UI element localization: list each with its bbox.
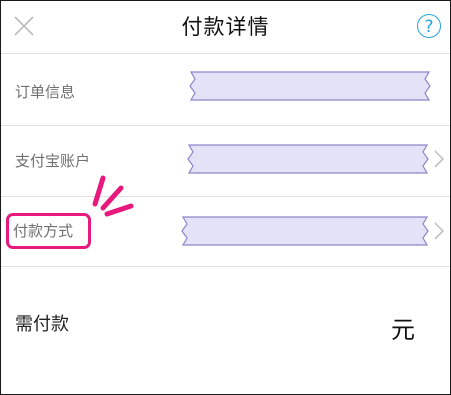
alipay-account-label: 支付宝账户 <box>15 152 91 170</box>
divider <box>1 266 450 267</box>
order-info-label: 订单信息 <box>15 83 76 101</box>
divider <box>1 196 450 197</box>
currency-unit: 元 <box>391 316 415 344</box>
question-icon: ? <box>424 17 434 37</box>
divider <box>1 53 450 54</box>
amount-due-label: 需付款 <box>15 314 69 335</box>
masked-payment-method <box>181 216 429 246</box>
masked-alipay-account <box>187 144 429 174</box>
masked-order-info <box>189 71 431 101</box>
page-title: 付款详情 <box>181 15 270 39</box>
chevron-right-icon <box>434 150 445 168</box>
header-bar: 付款详情 ? <box>1 1 450 53</box>
chevron-right-icon <box>434 222 445 240</box>
payment-details-screen: 付款详情 ? 订单信息 支付宝账户 付款方式 需付款 元 <box>0 0 451 395</box>
help-button[interactable]: ? <box>417 14 441 38</box>
divider <box>1 125 450 126</box>
payment-method-label: 付款方式 <box>13 222 74 240</box>
